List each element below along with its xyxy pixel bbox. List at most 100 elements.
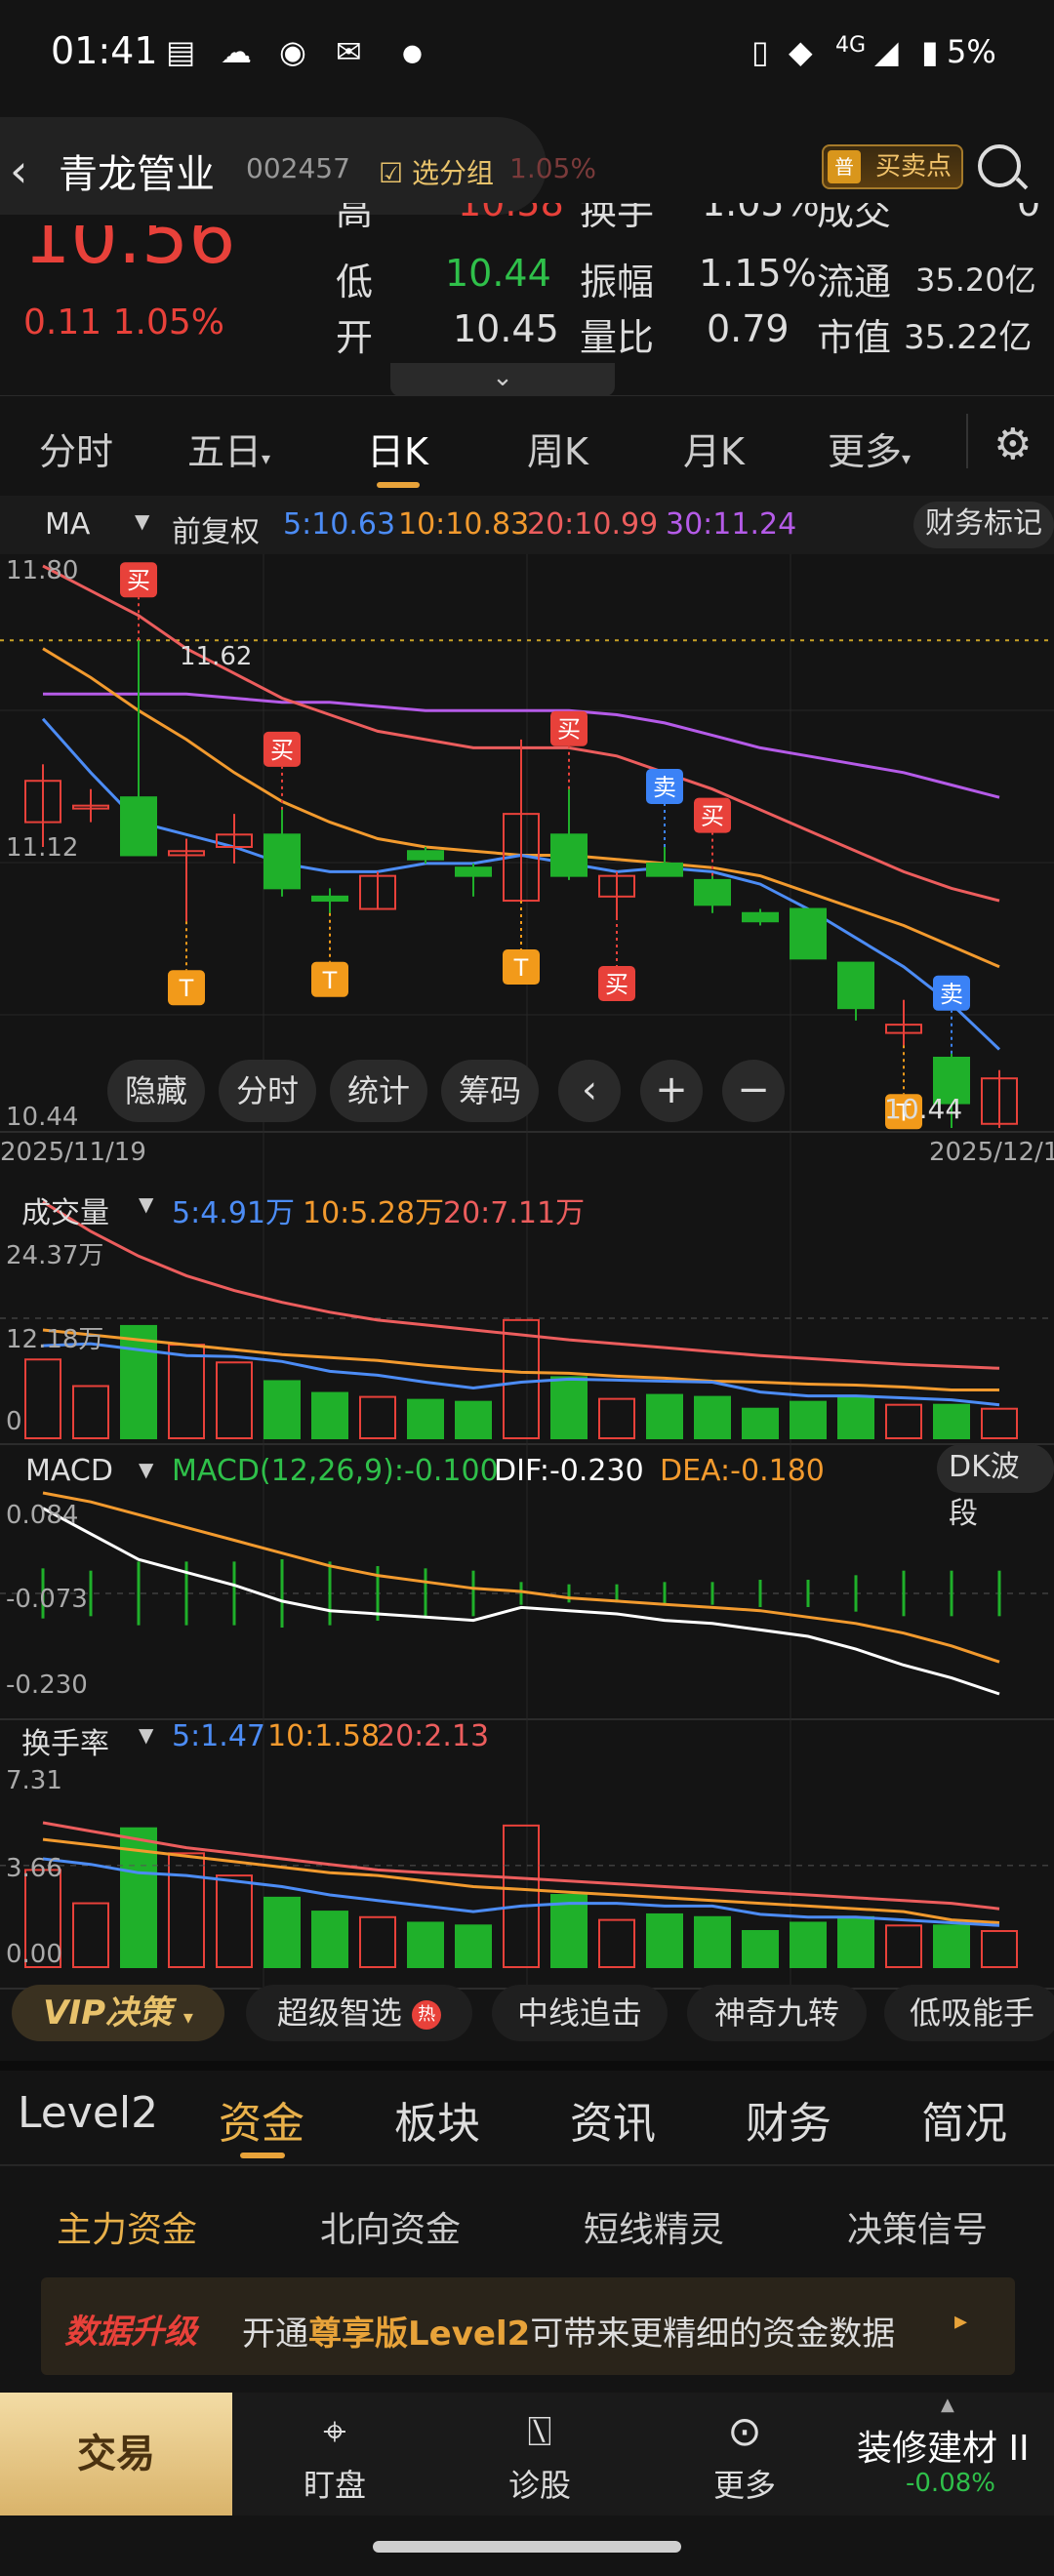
quote-value: 10.58 [458,203,564,224]
dk-band-button[interactable]: DK波段 [937,1444,1054,1531]
tab-weekly-k[interactable]: 周K [527,422,588,475]
volume-indicator-select[interactable]: 成交量 [21,1188,109,1231]
chip-super-select[interactable]: 超级智选 热 [246,1985,472,2041]
volume-bar [359,1395,396,1440]
ma-indicator-select[interactable]: MA [45,507,90,542]
max-price-label: 11.62 [180,642,253,671]
promo-text-b: 尊享版Level2 [308,2314,531,2354]
more-nav-button[interactable]: ⊙ 更多 [671,2402,818,2506]
chip-magic-nine[interactable]: 神奇九转 [687,1985,867,2041]
scroll-left-icon[interactable]: ‹ [558,1060,621,1122]
subtab-main-funds[interactable]: 主力资金 [57,2201,197,2252]
subtab-short-term[interactable]: 短线精灵 [584,2201,724,2252]
date-end: 2025/12/17 [929,1138,1054,1167]
level2-upgrade-banner[interactable]: 数据升级 开通尊享版Level2可带来更精细的资金数据 ▸ [41,2277,1015,2375]
sector-ticker-name[interactable]: 装修建材 II [857,2420,1030,2471]
expand-quote-chevron-icon[interactable]: ⌄ [390,363,615,396]
candle-body [311,895,348,903]
turnover-bar [503,1824,540,1968]
candle-body [742,911,779,923]
signal-label: 买 [557,716,581,744]
vol-y-bot: 0 [6,1407,22,1436]
zoom-out-icon[interactable]: − [722,1060,785,1122]
select-group-button[interactable]: ☑ 选分组 [379,152,494,191]
gear-icon[interactable]: ⚙ [993,420,1032,469]
signal-label: 买 [605,971,628,998]
chip-low-buy[interactable]: 低吸能手 [884,1985,1054,2041]
home-indicator[interactable] [373,2541,681,2553]
tab-daily-k[interactable]: 日K [367,422,428,475]
price-change: 0.11 1.05% [23,302,224,342]
turnover-bar [455,1924,492,1968]
volume-bar [216,1361,253,1440]
dropdown-icon: ▾ [902,449,912,469]
active-bottom-tab-indicator [240,2153,285,2158]
search-icon[interactable] [978,144,1021,187]
min-price-label: 10.44 [884,1093,963,1125]
quote-label: 换手 [580,203,655,232]
tab-news[interactable]: 资讯 [570,2088,656,2151]
watch-nav-button[interactable]: ⌖ 盯盘 [262,2402,408,2506]
quote-label: 成交 [817,203,892,232]
volume-bar [120,1324,157,1439]
tab-monthly-k[interactable]: 月K [683,422,745,475]
turnover-bar [598,1918,635,1969]
turnover-bar [550,1894,588,1969]
turnover-bar [742,1930,779,1968]
vip-label: VIP决策 [43,1993,172,2033]
kline-chart-area[interactable]: 买买买卖买买 卖T T TT [0,554,1054,2110]
ma30-value: 30:11.24 [666,507,797,542]
hot-badge: 热 [412,2000,442,2030]
chevron-right-icon: ▸ [954,2307,968,2336]
candle-body [264,833,301,890]
tab-profile[interactable]: 简况 [921,2088,1007,2151]
tab-funds[interactable]: 资金 [219,2088,304,2151]
chips-button[interactable]: 筹码 [441,1060,539,1122]
back-icon[interactable]: ‹ [10,144,27,197]
finance-mark-button[interactable]: 财务标记 [913,502,1054,548]
chevron-up-icon[interactable]: ▲ [941,2395,954,2415]
dropdown-icon[interactable]: ▼ [139,1458,153,1481]
macd-indicator-select[interactable]: MACD [25,1454,113,1488]
hide-button[interactable]: 隐藏 [107,1060,205,1122]
subtab-northbound[interactable]: 北向资金 [320,2201,461,2252]
volume-bar [981,1407,1018,1439]
crosshair-icon: ⌖ [323,2407,346,2455]
ma10-value: 10:10.83 [398,507,530,542]
dropdown-icon[interactable]: ▼ [135,509,149,533]
volume-bar [646,1393,683,1439]
promo-text: 开通尊享版Level2可带来更精细的资金数据 [242,2307,895,2355]
tab-more[interactable]: 更多▾ [828,422,911,475]
clock: 01:41 [51,29,158,72]
buy-sell-point-button[interactable]: 普 买卖点 [822,144,963,189]
candle-body [120,796,157,857]
chip-midline-chase[interactable]: 中线追击 [492,1985,668,2041]
tab-level2[interactable]: Level2 [18,2088,158,2138]
zoom-in-icon[interactable]: + [640,1060,703,1122]
dropdown-icon[interactable]: ▼ [139,1723,153,1747]
diagnose-nav-button[interactable]: ⍂ 诊股 [466,2402,613,2506]
dot-icon: ● [402,39,423,66]
tab-five-day[interactable]: 五日▾ [187,422,270,475]
vol-ma10: 10:5.28万 [303,1196,445,1230]
intraday-button[interactable]: 分时 [219,1060,316,1122]
vip-decision-button[interactable]: VIP决策 ▾ [12,1985,224,2041]
turnover-indicator-select[interactable]: 换手率 [21,1719,109,1762]
quote-value: 1.05% [702,203,820,224]
turnover-y-bot: 0.00 [6,1940,62,1969]
tab-intraday[interactable]: 分时 [39,422,113,475]
tab-finance[interactable]: 财务 [746,2088,831,2151]
quote-row-partial: 高 10.58 换手 1.05% 成交 0 [336,203,1038,232]
quote-label: 低 [336,261,374,303]
stock-code: 002457 [246,152,350,184]
pulse-chart-icon: ⍂ [527,2407,552,2455]
tab-sector[interactable]: 板块 [394,2088,480,2151]
trade-button[interactable]: 交易 [0,2393,232,2516]
subtab-decision-signal[interactable]: 决策信号 [847,2201,988,2252]
adjust-mode[interactable]: 前复权 [172,507,260,550]
qq-icon: ◉ [279,33,306,70]
turnover-bar [694,1915,731,1968]
macd-dif: DIF:-0.230 [494,1454,644,1488]
dropdown-icon[interactable]: ▼ [139,1192,153,1216]
statistics-button[interactable]: 统计 [330,1060,427,1122]
